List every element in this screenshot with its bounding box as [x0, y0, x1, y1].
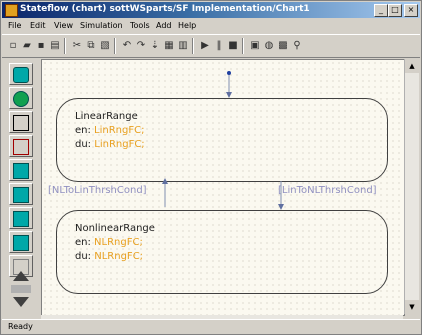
cut-icon[interactable]: ✂ [70, 39, 84, 53]
status-bar: Ready [2, 319, 420, 334]
embedded-function-tool[interactable] [9, 207, 33, 229]
toolbar: ▫ ▰ ▪ ▤ ✂ ⧉ ▧ ↶ ↷ ⇣ ▦ ▥ ▶ ‖ ■ ▣ ◍ ▩ ⚲ [2, 34, 420, 58]
copy-icon[interactable]: ⧉ [84, 39, 98, 53]
menu-help[interactable]: Help [178, 21, 196, 30]
menu-add[interactable]: Add [156, 21, 172, 30]
default-transition-dot [227, 71, 231, 75]
find-icon[interactable]: ◍ [262, 39, 276, 53]
toolbar-separator [242, 38, 244, 54]
function-tool[interactable] [9, 183, 33, 205]
default-transition-tool[interactable] [9, 111, 33, 133]
stateflow-app-icon [5, 4, 18, 17]
title-bar: Stateflow (chart) sottWSparts/SF Impleme… [2, 2, 420, 18]
minimize-button[interactable]: _ [374, 4, 388, 17]
new-icon[interactable]: ▫ [6, 39, 20, 53]
history-junction-tool[interactable] [9, 87, 33, 109]
zoom-in-icon[interactable] [13, 271, 29, 281]
stateflow-window: Stateflow (chart) sottWSparts/SF Impleme… [0, 0, 422, 335]
object-palette [9, 63, 35, 303]
build-icon[interactable]: ▦ [162, 39, 176, 53]
status-text: Ready [8, 322, 33, 331]
menu-bar: File Edit View Simulation Tools Add Help [2, 19, 420, 33]
zoom-out-icon[interactable] [13, 297, 29, 307]
scroll-down-icon[interactable]: ▼ [405, 300, 419, 314]
print-icon[interactable]: ▤ [48, 39, 62, 53]
menu-simulation[interactable]: Simulation [80, 21, 123, 30]
play-icon[interactable]: ▶ [198, 39, 212, 53]
debug-icon[interactable]: ▥ [176, 39, 190, 53]
toolbar-separator [114, 38, 116, 54]
pause-icon[interactable]: ‖ [212, 39, 226, 53]
menu-tools[interactable]: Tools [130, 21, 150, 30]
paste-icon[interactable]: ▧ [98, 39, 112, 53]
save-icon[interactable]: ▪ [34, 39, 48, 53]
explorer-icon[interactable]: ▣ [248, 39, 262, 53]
open-icon[interactable]: ▰ [20, 39, 34, 53]
zoom-controls [9, 271, 33, 309]
window-title: Stateflow (chart) sottWSparts/SF Impleme… [20, 4, 310, 14]
box-tool[interactable] [9, 231, 33, 253]
menu-file[interactable]: File [8, 21, 21, 30]
state-tool[interactable] [9, 63, 33, 85]
stop-icon[interactable]: ■ [226, 39, 240, 53]
menu-view[interactable]: View [54, 21, 73, 30]
library-icon[interactable]: ▩ [276, 39, 290, 53]
vertical-scrollbar[interactable]: ▲ ▼ [404, 59, 419, 314]
scroll-up-icon[interactable]: ▲ [405, 59, 419, 73]
transitions-overlay [162, 71, 284, 210]
zoom-slider[interactable] [11, 285, 31, 293]
toolbar-separator [192, 38, 194, 54]
truth-table-tool[interactable] [9, 159, 33, 181]
connective-junction-tool[interactable] [9, 135, 33, 157]
close-button[interactable]: × [404, 4, 418, 17]
undo-icon[interactable]: ↶ [120, 39, 134, 53]
redo-icon[interactable]: ↷ [134, 39, 148, 53]
parse-icon[interactable]: ⇣ [148, 39, 162, 53]
menu-edit[interactable]: Edit [30, 21, 46, 30]
maximize-button[interactable]: □ [388, 4, 402, 17]
toolbar-separator [64, 38, 66, 54]
zoom-icon[interactable]: ⚲ [290, 39, 304, 53]
